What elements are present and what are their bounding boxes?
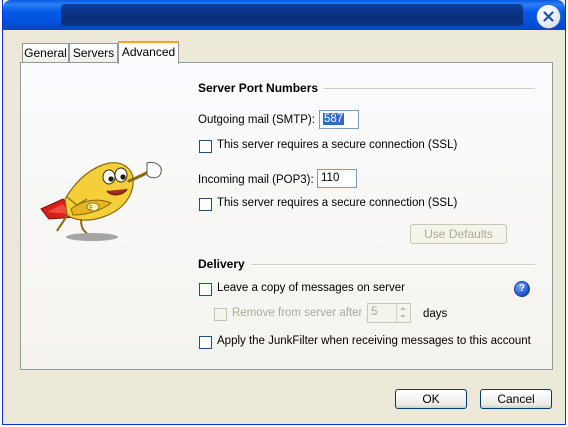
use-defaults-button[interactable]: Use Defaults xyxy=(410,224,507,244)
junkfilter-label[interactable]: Apply the JunkFilter when receiving mess… xyxy=(217,335,531,347)
tab-advanced[interactable]: Advanced xyxy=(118,41,179,64)
tab-servers[interactable]: Servers xyxy=(69,43,118,62)
delivery-heading: Delivery xyxy=(198,257,245,271)
title-bar[interactable] xyxy=(3,0,565,30)
tab-servers-label: Servers xyxy=(72,46,115,60)
remove-after-label: Remove from server after xyxy=(232,307,363,319)
advanced-tab-panel: E Server Port Numbers Outgoing mail (SMT… xyxy=(20,62,553,370)
pop3-ssl-checkbox[interactable] xyxy=(199,198,212,211)
cancel-button-label: Cancel xyxy=(497,392,535,406)
remove-after-checkbox[interactable] xyxy=(214,308,227,321)
close-x-icon xyxy=(543,11,554,22)
ok-button-label: OK xyxy=(422,392,440,406)
pop3-ssl-label[interactable]: This server requires a secure connection… xyxy=(217,197,457,209)
spinner-down-icon[interactable] xyxy=(400,315,406,318)
days-label: days xyxy=(423,308,448,320)
junkfilter-checkbox[interactable] xyxy=(199,336,212,349)
pop3-port-value: 110 xyxy=(321,172,340,184)
help-question-icon[interactable]: ? xyxy=(514,281,530,297)
server-ports-divider xyxy=(323,88,535,90)
remove-after-days-spinner[interactable]: 5 xyxy=(367,303,411,323)
title-text-area xyxy=(61,4,523,26)
cancel-button[interactable]: Cancel xyxy=(480,389,552,409)
leave-copy-checkbox[interactable] xyxy=(199,283,212,296)
leave-copy-label[interactable]: Leave a copy of messages on server xyxy=(217,282,405,294)
flying-envelope-mascot: E xyxy=(40,162,162,241)
pop3-port-input[interactable]: 110 xyxy=(317,169,357,188)
smtp-port-label: Outgoing mail (SMTP): xyxy=(198,114,315,126)
remove-after-days-value: 5 xyxy=(371,306,378,318)
use-defaults-label: Use Defaults xyxy=(424,227,493,241)
delivery-divider xyxy=(251,264,535,266)
smtp-port-input[interactable]: 587 xyxy=(319,110,359,129)
spinner-up-icon[interactable] xyxy=(400,307,406,310)
smtp-port-value: 587 xyxy=(323,113,345,125)
smtp-ssl-checkbox[interactable] xyxy=(199,140,212,153)
smtp-ssl-label[interactable]: This server requires a secure connection… xyxy=(217,139,457,151)
ok-button[interactable]: OK xyxy=(395,389,467,409)
tab-general[interactable]: General xyxy=(22,43,69,62)
close-button[interactable] xyxy=(537,5,560,28)
tab-general-label: General xyxy=(24,46,67,60)
tab-advanced-label: Advanced xyxy=(121,45,176,59)
spinner-arrows[interactable] xyxy=(396,304,410,322)
svg-text:E: E xyxy=(89,205,93,212)
server-ports-heading: Server Port Numbers xyxy=(198,81,319,95)
pop3-port-label: Incoming mail (POP3): xyxy=(198,174,314,186)
account-properties-dialog: General Servers Advanced E Server Port N… xyxy=(2,0,566,425)
